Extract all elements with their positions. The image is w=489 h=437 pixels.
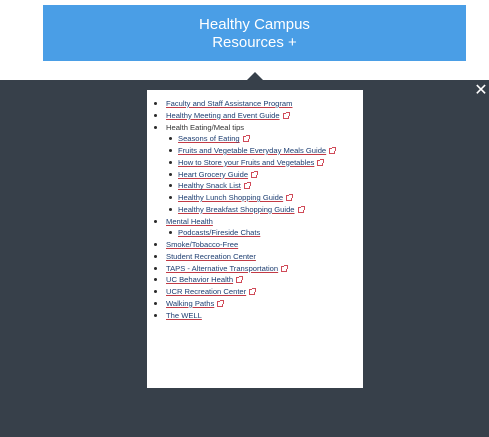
list-item: Healthy Meeting and Event Guide (147, 110, 363, 122)
external-link-icon (297, 205, 305, 213)
list-item: Health Eating/Meal tips (147, 122, 363, 134)
heart-grocery-guide-link[interactable]: Heart Grocery Guide (178, 170, 248, 179)
list-item: Smoke/Tobacco-Free (147, 239, 363, 251)
external-link-icon (329, 147, 337, 154)
fruits-meals-guide-link[interactable]: Fruits and Vegetable Everyday Meals Guid… (178, 146, 326, 155)
list-item: Seasons of Eating (147, 133, 363, 145)
list-item: UCR Recreation Center (147, 286, 363, 298)
resources-panel: Faculty and Staff Assistance Program Hea… (147, 90, 363, 388)
list-item: Mental Health (147, 216, 363, 228)
the-well-link[interactable]: The WELL (166, 311, 202, 320)
close-icon[interactable]: ✕ (474, 83, 488, 99)
lunch-shopping-guide-link[interactable]: Healthy Lunch Shopping Guide (178, 193, 283, 202)
external-link-icon (249, 288, 257, 295)
eating-tips-label: Health Eating/Meal tips (166, 122, 245, 132)
list-item: The WELL (147, 310, 363, 322)
list-item: Podcasts/Fireside Chats (147, 227, 363, 239)
banner-subtitle: Resources + (212, 34, 297, 51)
healthy-campus-resources-button[interactable]: Healthy Campus Resources + (43, 5, 466, 61)
external-link-icon (242, 135, 250, 143)
external-link-icon (243, 182, 251, 190)
resources-list: Faculty and Staff Assistance Program Hea… (147, 98, 363, 321)
ucr-recreation-center-link[interactable]: UCR Recreation Center (166, 287, 246, 296)
external-link-icon (217, 299, 225, 307)
external-link-icon (286, 194, 294, 201)
external-link-icon (236, 276, 244, 284)
banner-title: Healthy Campus (199, 16, 310, 33)
external-link-icon (281, 264, 289, 272)
healthy-snack-list-link[interactable]: Healthy Snack List (178, 181, 241, 190)
list-item: Healthy Breakfast Shopping Guide (147, 204, 363, 216)
mental-health-link[interactable]: Mental Health (166, 217, 213, 226)
student-recreation-center-link[interactable]: Student Recreation Center (166, 252, 256, 261)
external-link-icon (282, 111, 290, 119)
store-fruits-link[interactable]: How to Store your Fruits and Vegetables (178, 158, 314, 167)
list-item: Student Recreation Center (147, 251, 363, 263)
uc-behavior-health-link[interactable]: UC Behavior Health (166, 275, 233, 284)
external-link-icon (251, 170, 259, 178)
podcasts-link[interactable]: Podcasts/Fireside Chats (178, 228, 260, 237)
list-item: How to Store your Fruits and Vegetables (147, 157, 363, 169)
external-link-icon (317, 158, 325, 166)
taps-link[interactable]: TAPS - Alternative Transportation (166, 264, 278, 273)
list-item: Healthy Snack List (147, 180, 363, 192)
walking-paths-link[interactable]: Walking Paths (166, 299, 214, 308)
faculty-staff-assistance-link[interactable]: Faculty and Staff Assistance Program (166, 99, 292, 108)
list-item: Faculty and Staff Assistance Program (147, 98, 363, 110)
list-item: Heart Grocery Guide (147, 169, 363, 181)
list-item: Healthy Lunch Shopping Guide (147, 192, 363, 204)
list-item: Walking Paths (147, 298, 363, 310)
smoke-tobacco-free-link[interactable]: Smoke/Tobacco-Free (166, 240, 238, 249)
overlay-pointer (246, 72, 264, 81)
seasons-of-eating-link[interactable]: Seasons of Eating (178, 134, 240, 143)
meeting-event-guide-link[interactable]: Healthy Meeting and Event Guide (166, 111, 280, 120)
breakfast-shopping-guide-link[interactable]: Healthy Breakfast Shopping Guide (178, 205, 295, 214)
list-item: TAPS - Alternative Transportation (147, 263, 363, 275)
list-item: UC Behavior Health (147, 274, 363, 286)
list-item: Fruits and Vegetable Everyday Meals Guid… (147, 145, 363, 157)
